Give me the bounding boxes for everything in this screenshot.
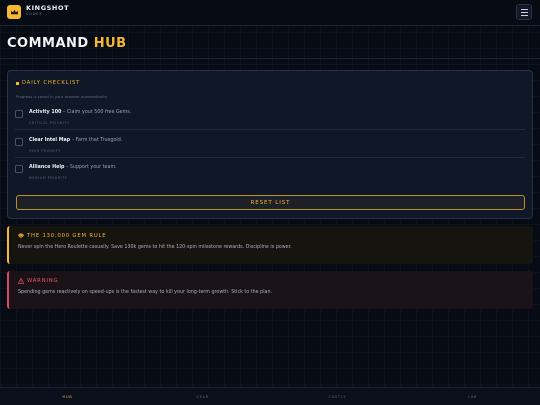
nav-item-hub[interactable]: HUB: [0, 388, 135, 405]
hamburger-menu-icon[interactable]: [516, 4, 532, 20]
task-name: Alliance Help: [29, 165, 65, 170]
task-priority: CRITICAL PRIORITY: [29, 121, 70, 125]
brand-subtitle: CODEX: [26, 12, 43, 16]
gem-rule-title-text: THE 130,000 GEM RULE: [27, 233, 107, 239]
page-title-main: COMMAND: [7, 36, 94, 51]
bottom-nav: HUB GEAR CASTLE LAB: [0, 387, 540, 405]
gem-icon: [18, 233, 24, 239]
crown-logo-icon[interactable]: [7, 5, 21, 19]
checkbox[interactable]: [15, 165, 23, 173]
warning-body: Spending gems reactively on speed-ups is…: [18, 290, 273, 295]
daily-checklist-card: DAILY CHECKLIST Progress is saved in you…: [7, 70, 533, 219]
brand-name: KINGSHOT: [26, 4, 70, 12]
task-priority: MEDIUM PRIORITY: [29, 176, 68, 180]
gem-rule-body: Never spin the Hero Roulette casually. S…: [18, 245, 292, 250]
task-line: Clear Intel Map – Farm that Truegold.: [29, 138, 122, 143]
nav-item-gear[interactable]: GEAR: [135, 388, 270, 405]
warning-icon: [18, 278, 24, 284]
title-divider: [0, 58, 540, 59]
checklist-subtitle: Progress is saved in your browser automa…: [16, 94, 108, 99]
checklist-title-text: DAILY CHECKLIST: [22, 80, 81, 86]
top-bar: KINGSHOT CODEX: [0, 0, 540, 26]
task-description: – Support your team.: [64, 165, 117, 170]
page-title-accent: HUB: [93, 36, 127, 51]
menu-line: [520, 14, 528, 16]
task-divider: [15, 129, 525, 130]
page-title: COMMAND HUB: [7, 36, 127, 51]
task-description: – Claim your 500 free Gems.: [61, 110, 132, 115]
task-name: Activity 100: [29, 110, 62, 115]
checklist-item-clear-intel-map[interactable]: Clear Intel Map – Farm that Truegold. HI…: [15, 137, 525, 163]
brand[interactable]: KINGSHOT CODEX: [26, 5, 69, 17]
warning-title: WARNING: [18, 278, 58, 284]
checklist-item-alliance-help[interactable]: Alliance Help – Support your team. MEDIU…: [15, 164, 525, 190]
checkbox[interactable]: [15, 110, 23, 118]
crown-glyph: [10, 9, 18, 14]
gem-rule-panel: THE 130,000 GEM RULE Never spin the Hero…: [7, 226, 533, 264]
square-bullet-icon: [16, 81, 19, 85]
warning-title-text: WARNING: [27, 278, 59, 284]
reset-list-button[interactable]: RESET LIST: [16, 195, 525, 210]
nav-item-lab[interactable]: LAB: [405, 388, 540, 405]
checkbox[interactable]: [15, 138, 23, 146]
task-line: Alliance Help – Support your team.: [29, 165, 117, 170]
task-description: – Farm that Truegold.: [70, 138, 123, 143]
warning-panel: WARNING Spending gems reactively on spee…: [7, 271, 533, 309]
checklist-title: DAILY CHECKLIST: [16, 80, 80, 86]
checklist-item-activity-100[interactable]: Activity 100 – Claim your 500 free Gems.…: [15, 109, 525, 135]
menu-line: [520, 8, 528, 10]
task-divider: [15, 157, 525, 158]
menu-line: [520, 11, 528, 13]
task-name: Clear Intel Map: [29, 138, 71, 143]
gem-rule-title: THE 130,000 GEM RULE: [18, 233, 106, 239]
task-priority: HIGH PRIORITY: [29, 149, 61, 153]
task-line: Activity 100 – Claim your 500 free Gems.: [29, 110, 131, 115]
nav-item-castle[interactable]: CASTLE: [270, 388, 405, 405]
